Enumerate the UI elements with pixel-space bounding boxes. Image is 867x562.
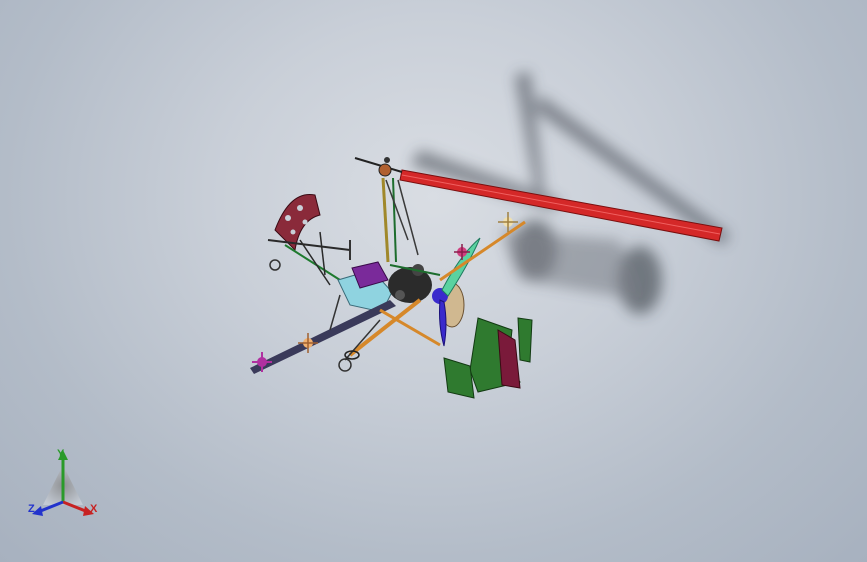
rotor-hub[interactable] <box>354 157 403 177</box>
axis-triad[interactable] <box>18 440 113 535</box>
cad-viewport[interactable]: Y X Z <box>0 0 867 562</box>
gyrocopter-model[interactable] <box>0 0 867 562</box>
x-axis-label: X <box>90 503 98 515</box>
mast[interactable] <box>381 177 419 263</box>
y-axis-label: Y <box>57 448 65 460</box>
z-axis-label: Z <box>28 503 35 515</box>
front-frame[interactable] <box>267 231 351 286</box>
